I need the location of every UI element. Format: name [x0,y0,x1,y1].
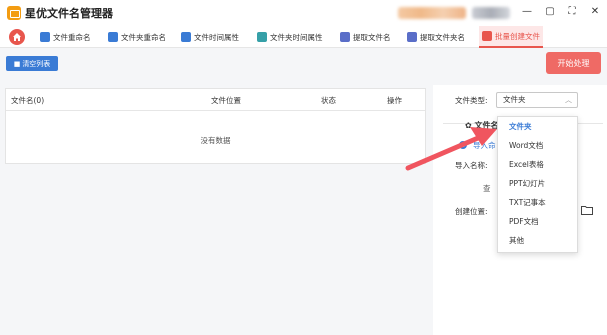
tab-batch-create[interactable]: 批量创建文件 [479,26,543,48]
minimize-icon[interactable]: — [520,4,534,20]
col-filename: 文件名(0) [11,96,45,105]
app-title: 星优文件名管理器 [25,7,113,20]
tab-extract-name[interactable]: 提取文件名 [340,26,391,48]
restore-icon[interactable]: ▢ [543,4,557,20]
home-button[interactable] [9,29,25,45]
gear-icon: ✿ [465,121,472,130]
view-link[interactable]: 查 [483,183,491,194]
table-blank-area [5,164,426,335]
tab-label: 提取文件夹名 [420,32,465,42]
col-status: 状态 [321,96,336,105]
file-type-select[interactable]: 文件夹 ︿ [496,92,578,108]
tab-label: 批量创建文件 [495,31,540,41]
dropdown-option[interactable]: PPT幻灯片 [498,174,577,193]
folder-time-icon [257,32,267,42]
section-title-text: 文件名 [474,121,499,130]
extract-name-icon [340,32,350,42]
table-header: 文件名(0) 文件位置 状态 操作 [6,89,425,111]
tab-label: 文件时间属性 [194,32,239,42]
dropdown-option[interactable]: PDF文档 [498,212,577,231]
col-location: 文件位置 [211,96,241,105]
title-bar: 星优文件名管理器 — ▢ ⛶ ✕ [0,0,607,26]
tab-extract-folder[interactable]: 提取文件夹名 [407,26,465,48]
file-type-dropdown: 文件夹 Word文档 Excel表格 PPT幻灯片 TXT记事本 PDF文档 其… [497,116,578,253]
file-table: 文件名(0) 文件位置 状态 操作 没有数据 [5,88,426,164]
file-type-label: 文件类型: [455,96,488,105]
rename-icon [40,32,50,42]
file-time-icon [181,32,191,42]
tab-label: 文件夹时间属性 [270,32,323,42]
batch-create-icon [482,31,492,41]
dropdown-option[interactable]: 其他 [498,231,577,250]
close-icon[interactable]: ✕ [588,4,602,20]
dropdown-option[interactable]: Excel表格 [498,155,577,174]
tab-label: 提取文件名 [353,32,391,42]
import-name-label: 导入名称: [455,161,488,170]
home-icon [13,33,21,41]
app-logo-icon [7,6,21,20]
clear-list-button[interactable]: ■ 清空列表 [6,56,58,71]
import-option-label[interactable]: 导入命 [473,140,496,151]
tab-folder-rename[interactable]: 文件夹重命名 [108,26,166,48]
account-blurred [398,7,466,19]
file-type-value: 文件夹 [503,95,526,104]
dropdown-option[interactable]: TXT记事本 [498,193,577,212]
tab-label: 文件重命名 [53,32,91,42]
clear-list-label: 清空列表 [22,59,51,68]
dropdown-option[interactable]: Word文档 [498,136,577,155]
tab-folder-time[interactable]: 文件夹时间属性 [257,26,323,48]
username-blurred [472,7,510,19]
section-title: ✿ 文件名 [465,120,499,131]
extract-folder-icon [407,32,417,42]
folder-rename-icon [108,32,118,42]
chevron-up-icon: ︿ [565,96,572,104]
nav-bar: 文件重命名 文件夹重命名 文件时间属性 文件夹时间属性 提取文件名 提取文件夹名… [0,26,607,48]
create-location-label: 创建位置: [455,207,488,216]
start-button[interactable]: 开始处理 [546,52,601,74]
fullscreen-icon[interactable]: ⛶ [565,4,579,20]
tab-file-rename[interactable]: 文件重命名 [40,26,91,48]
tab-label: 文件夹重命名 [121,32,166,42]
trash-icon: ■ [13,59,21,68]
dropdown-option[interactable]: 文件夹 [498,117,577,136]
tab-file-time[interactable]: 文件时间属性 [181,26,239,48]
col-action: 操作 [387,96,402,105]
empty-state-text: 没有数据 [200,136,231,145]
import-radio[interactable] [459,141,467,149]
folder-icon[interactable] [581,205,593,215]
